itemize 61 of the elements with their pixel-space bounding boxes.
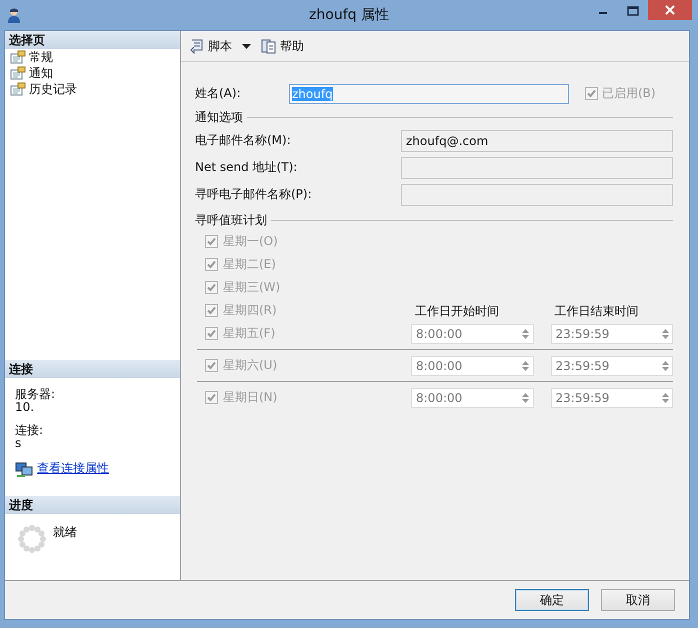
checkbox-label: 星期二(E): [223, 256, 276, 273]
checkbox-label: 星期六(U): [223, 357, 278, 374]
section-header: 连接: [5, 360, 180, 378]
server-value: 10.: [15, 401, 36, 414]
time-field[interactable]: 8:00:00: [411, 356, 534, 376]
connection-value: s: [15, 437, 22, 450]
spinner-icon: [17, 524, 47, 554]
spinner-arrows-icon[interactable]: [521, 328, 530, 340]
status-text: 就绪: [53, 524, 77, 541]
checkbox-label: 已启用(B): [602, 85, 656, 102]
link[interactable]: 查看连接属性: [37, 460, 109, 477]
dropdown-button[interactable]: [240, 42, 253, 50]
section-header: 进度: [5, 496, 180, 514]
caret-icon: [242, 44, 251, 48]
group-heading: 通知选项: [195, 108, 243, 126]
section-header: 选择页: [5, 31, 180, 49]
field-label: 电子邮件名称(M):: [195, 132, 292, 149]
spinner-arrows-icon[interactable]: [660, 392, 670, 404]
text-field[interactable]: [401, 156, 673, 178]
text-field[interactable]: zhoufq@.com: [401, 130, 673, 152]
column-header: 工作日结束时间: [554, 303, 640, 320]
close-icon: [665, 5, 675, 15]
network-icon: [15, 460, 33, 476]
window-title: zhoufq 属性: [309, 6, 389, 24]
time-field[interactable]: 23:59:59: [550, 388, 673, 408]
close-button[interactable]: [648, 0, 692, 20]
column-header: 工作日开始时间: [414, 303, 500, 320]
page-item[interactable]: 通知: [5, 65, 180, 81]
checkbox-label: 星期四(R): [223, 302, 277, 319]
maximize-icon: [627, 6, 639, 16]
ok-button[interactable]: 确定: [515, 589, 589, 611]
text-field[interactable]: [401, 184, 673, 206]
page-item[interactable]: 历史记录: [5, 81, 180, 97]
field-label: Net send 地址(T):: [195, 159, 298, 176]
page-icon: [10, 82, 26, 96]
field-label: 姓名(A):: [195, 85, 242, 102]
spinner-arrows-icon[interactable]: [521, 392, 530, 404]
time-field[interactable]: 23:59:59: [550, 356, 673, 376]
user-icon: [6, 7, 22, 23]
server-label: 服务器:: [15, 388, 56, 401]
checkbox-label: 星期日(N): [223, 389, 278, 406]
page-icon: [10, 66, 26, 80]
page-item[interactable]: 常规: [5, 49, 180, 65]
group-heading: 寻呼值班计划: [195, 212, 267, 228]
connection-label: 连接:: [15, 424, 44, 437]
spinner-arrows-icon[interactable]: [660, 328, 670, 340]
checkbox-label: 星期三(W): [223, 279, 280, 296]
field-label: 寻呼电子邮件名称(P):: [195, 186, 313, 203]
page-icon: [10, 50, 26, 64]
script-button[interactable]: 脚本: [187, 36, 234, 56]
cancel-button[interactable]: 取消: [601, 589, 675, 611]
document-icon: [261, 38, 277, 54]
time-field[interactable]: 8:00:00: [411, 324, 534, 344]
spinner-arrows-icon[interactable]: [660, 360, 670, 372]
spinner-arrows-icon[interactable]: [521, 360, 530, 372]
time-field[interactable]: 23:59:59: [550, 324, 673, 344]
checkbox-label: 星期五(F): [223, 325, 276, 342]
time-field[interactable]: 8:00:00: [411, 388, 534, 408]
checkbox-label: 星期一(O): [223, 233, 278, 250]
scroll-icon: [189, 38, 205, 54]
help-button[interactable]: 帮助: [259, 36, 306, 56]
